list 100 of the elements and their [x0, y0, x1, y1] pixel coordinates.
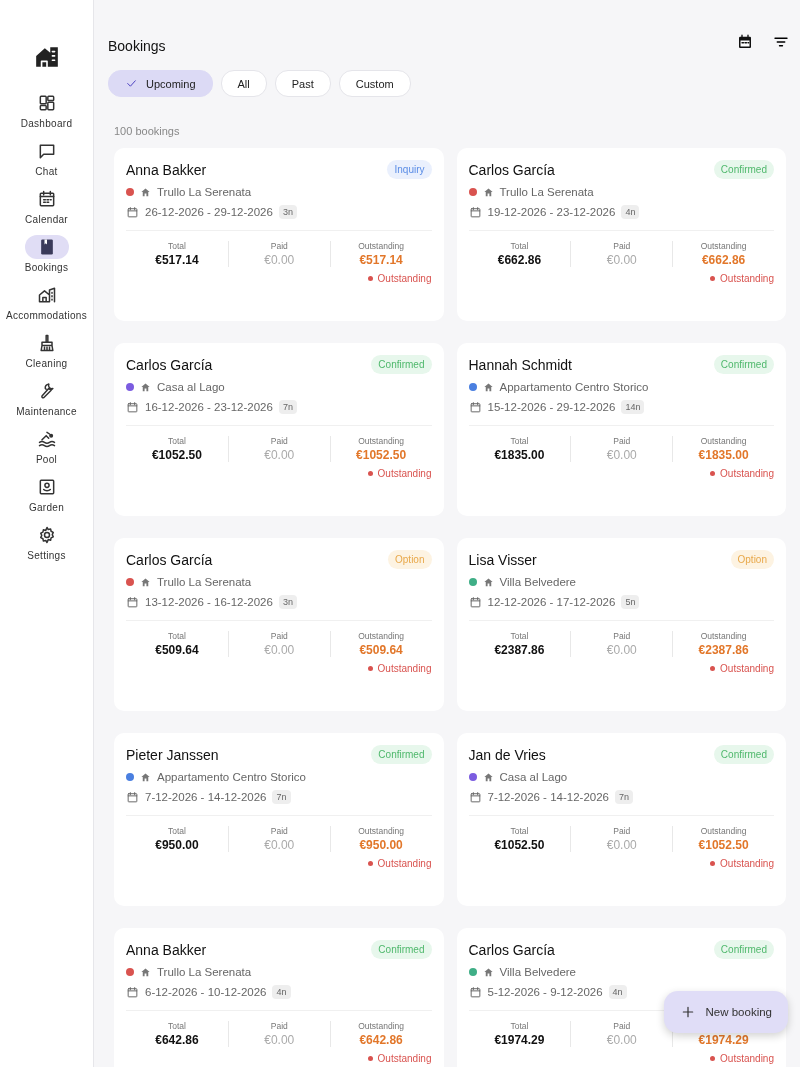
total-label: Total	[510, 241, 529, 251]
status-badge: Confirmed	[713, 940, 774, 959]
houses-icon	[36, 285, 57, 305]
paid-label: Paid	[613, 241, 631, 251]
paid-amount: €0.00	[264, 253, 295, 267]
payment-status: Outstanding	[720, 858, 774, 869]
payment-status: Outstanding	[377, 858, 432, 869]
status-dot	[710, 276, 716, 281]
calendar-icon	[468, 400, 482, 414]
total-amount: €1835.00	[494, 448, 545, 462]
status-dot	[710, 666, 716, 671]
house-icon	[482, 186, 494, 198]
status-badge: Confirmed	[371, 745, 432, 764]
payment-status: Outstanding	[720, 273, 774, 284]
calendar-icon	[468, 985, 482, 999]
house-icon	[482, 771, 494, 783]
property-name: Appartamento Centro Storico	[157, 771, 306, 783]
check-icon	[125, 77, 138, 90]
date-range: 12-12-2026 - 17-12-2026	[487, 596, 616, 608]
paid-amount: €0.00	[606, 253, 637, 267]
status-dot	[367, 861, 373, 866]
sidebar-item[interactable]: Maintenance	[0, 376, 94, 422]
calendar-icon	[126, 205, 139, 219]
sidebar-item[interactable]: Settings	[0, 520, 94, 566]
nights-badge: 7n	[272, 790, 291, 804]
outstanding-label: Outstanding	[358, 241, 404, 251]
date-range: 15-12-2026 - 29-12-2026	[487, 401, 616, 413]
guest-name: Jan de Vries	[468, 746, 546, 763]
paid-label: Paid	[270, 1021, 288, 1031]
sidebar-item[interactable]: Chat	[0, 136, 94, 182]
total-label: Total	[510, 436, 529, 446]
sidebar-item[interactable]: Bookings	[0, 232, 94, 278]
nights-badge: 4n	[621, 205, 640, 219]
outstanding-amount: €1974.29	[698, 1033, 749, 1047]
guest-name: Carlos García	[126, 551, 213, 568]
pool-icon	[36, 429, 57, 449]
status-dot	[710, 471, 716, 476]
sidebar-item[interactable]: Calendar	[0, 184, 94, 230]
paid-amount: €0.00	[264, 838, 295, 852]
calendar-icon	[126, 400, 139, 414]
guest-name: Hannah Schmidt	[468, 356, 572, 373]
paid-amount: €0.00	[606, 448, 637, 462]
total-amount: €1052.50	[494, 838, 545, 852]
total-label: Total	[167, 631, 186, 641]
calendar-icon	[468, 790, 482, 804]
property-name: Casa al Lago	[499, 771, 568, 783]
filter-chip[interactable]: All	[220, 70, 267, 97]
page-title: Bookings	[108, 38, 166, 54]
date-range: 5-12-2026 - 9-12-2026	[487, 986, 603, 998]
paid-label: Paid	[270, 436, 288, 446]
paid-label: Paid	[613, 826, 631, 836]
calendar-button[interactable]	[736, 33, 754, 51]
date-range: 16-12-2026 - 23-12-2026	[145, 401, 273, 413]
status-badge: Option	[388, 550, 432, 569]
sidebar-item[interactable]: Dashboard	[0, 88, 94, 134]
paid-amount: €0.00	[606, 1033, 637, 1047]
house-icon	[482, 966, 494, 978]
date-range: 26-12-2026 - 29-12-2026	[145, 206, 273, 218]
total-label: Total	[510, 631, 529, 641]
total-label: Total	[167, 436, 186, 446]
outstanding-amount: €950.00	[359, 838, 403, 852]
filter-chip[interactable]: Past	[274, 70, 331, 97]
filter-chip[interactable]: Custom	[338, 70, 411, 97]
paid-label: Paid	[270, 241, 288, 251]
house-icon	[140, 186, 151, 198]
total-label: Total	[167, 826, 186, 836]
status-dot	[710, 1056, 716, 1061]
outstanding-label: Outstanding	[700, 436, 747, 446]
house-icon	[140, 381, 151, 393]
outstanding-amount: €2387.86	[698, 643, 749, 657]
payment-status: Outstanding	[720, 1053, 774, 1064]
status-badge: Confirmed	[371, 940, 432, 959]
calendar-icon	[126, 595, 139, 609]
property-name: Casa al Lago	[157, 381, 225, 393]
guest-name: Anna Bakker	[126, 941, 207, 958]
sidebar-item[interactable]: Cleaning	[0, 328, 94, 374]
status-badge: Confirmed	[713, 745, 774, 764]
paid-label: Paid	[270, 826, 288, 836]
sidebar-item[interactable]: Garden	[0, 472, 94, 518]
sidebar-item[interactable]: Pool	[0, 424, 94, 470]
property-name: Appartamento Centro Storico	[499, 381, 649, 393]
total-label: Total	[167, 241, 186, 251]
nights-badge: 3n	[278, 595, 297, 609]
paid-amount: €0.00	[264, 643, 295, 657]
outstanding-label: Outstanding	[358, 1021, 404, 1031]
filter-chip[interactable]: Upcoming	[108, 70, 213, 97]
property-name: Trullo La Serenata	[499, 186, 594, 198]
outstanding-label: Outstanding	[700, 241, 747, 251]
payment-status: Outstanding	[720, 468, 774, 479]
payment-status: Outstanding	[377, 663, 432, 674]
total-amount: €642.86	[155, 1033, 199, 1047]
property-name: Trullo La Serenata	[157, 186, 252, 198]
total-amount: €950.00	[155, 838, 199, 852]
status-dot	[367, 471, 373, 476]
outstanding-label: Outstanding	[358, 826, 404, 836]
status-dot	[710, 861, 716, 866]
sidebar-item[interactable]: Accommodations	[0, 280, 94, 326]
nights-badge: 7n	[615, 790, 633, 804]
calendar-icon	[468, 205, 482, 219]
new-booking-button[interactable]: New booking	[663, 991, 788, 1033]
